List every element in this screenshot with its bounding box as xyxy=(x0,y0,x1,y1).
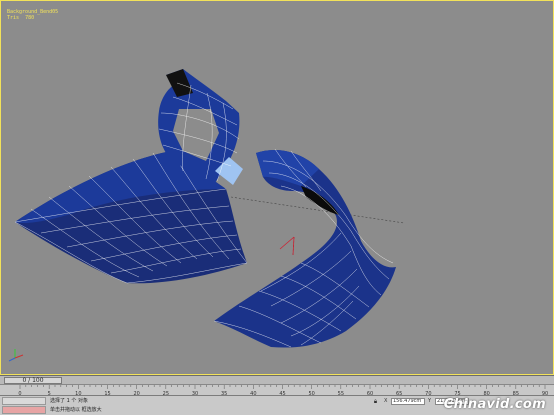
x-coordinate-field[interactable]: 156.479cm xyxy=(391,398,425,405)
lock-icon[interactable]: 🔒︎ xyxy=(372,398,379,405)
watermark-logo: Chinavid.com xyxy=(443,397,546,412)
frame-ruler[interactable]: 0 5 10 15 20 25 30 35 40 45 50 55 60 65 70 75 80 85 90 xyxy=(0,384,554,396)
object-bounds xyxy=(230,196,405,256)
listener-output[interactable] xyxy=(2,406,46,414)
pivot-axis xyxy=(279,236,295,256)
time-slider[interactable]: 0 / 100 xyxy=(4,377,62,384)
tris-count: Tris 780 xyxy=(7,15,35,21)
maxscript-listener[interactable] xyxy=(2,397,46,414)
prompt-status: 单击并拖动以 框选放大 xyxy=(50,407,102,413)
scene-canvas[interactable] xyxy=(1,1,554,375)
x-label: X xyxy=(384,398,388,404)
viewport-stats: Background_Bend05 Tris 780 xyxy=(7,9,58,21)
y-label: Y xyxy=(428,398,432,404)
status-bar: 选择了 1 个 对象 单击并拖动以 框选放大 🔒︎ X 156.479cm Y … xyxy=(0,395,554,415)
listener-input[interactable] xyxy=(2,397,46,405)
timeline-bar[interactable]: 0 / 100 xyxy=(0,375,554,384)
axis-gizmo-icon xyxy=(8,349,24,362)
selection-status: 选择了 1 个 对象 xyxy=(50,398,88,404)
perspective-viewport[interactable]: Background_Bend05 Tris 780 xyxy=(0,0,554,375)
